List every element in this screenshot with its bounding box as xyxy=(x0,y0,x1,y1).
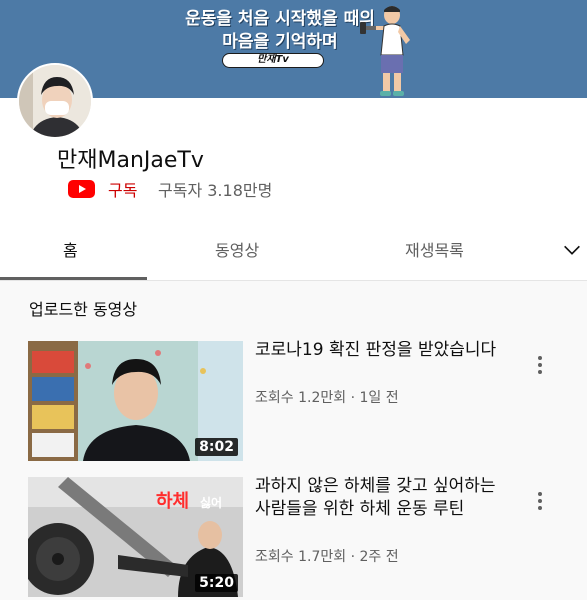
thumbnail-overlay-word2: 싫어 xyxy=(200,495,222,510)
video-item[interactable]: 8:02 코로나19 확진 판정을 받았습니다 조회수 1.2만회 · 1일 전 xyxy=(28,339,568,463)
tab-playlists[interactable]: 재생목록 xyxy=(405,237,464,261)
channel-tabs: 홈 동영상 재생목록 xyxy=(0,223,587,281)
avatar-image xyxy=(19,65,91,137)
channel-name: 만재ManJaeTv xyxy=(57,148,204,173)
banner-pill: 만재Tv xyxy=(222,53,324,68)
tab-videos[interactable]: 동영상 xyxy=(215,237,259,261)
more-vertical-icon[interactable] xyxy=(530,353,550,381)
active-tab-indicator xyxy=(0,277,147,280)
subscriber-count: 구독자 3.18만명 xyxy=(158,181,273,200)
banner-text-line2: 마음을 기억하며 xyxy=(222,32,338,52)
channel-avatar[interactable] xyxy=(17,63,93,139)
thumbnail-overlay-word1: 하체 xyxy=(156,491,189,512)
video-thumbnail[interactable]: 하체 싫어 5:20 xyxy=(28,477,243,597)
banner-illustration xyxy=(360,6,410,96)
video-item[interactable]: 하체 싫어 5:20 과하지 않은 하체를 갖고 싶어하는 사람들을 위한 하체… xyxy=(28,475,568,599)
tab-home[interactable]: 홈 xyxy=(63,237,78,261)
more-vertical-icon[interactable] xyxy=(530,489,550,517)
section-title: 업로드한 동영상 xyxy=(29,300,138,319)
video-meta: 조회수 1.7만회 · 2주 전 xyxy=(255,549,399,565)
video-thumbnail[interactable]: 8:02 xyxy=(28,341,243,461)
video-title[interactable]: 과하지 않은 하체를 갖고 싶어하는 사람들을 위한 하체 운동 루틴 xyxy=(255,475,515,521)
video-duration: 5:20 xyxy=(195,574,238,592)
youtube-logo-icon xyxy=(68,180,95,198)
banner-text-line1: 운동을 처음 시작했을 때의 xyxy=(185,9,375,29)
chevron-down-icon[interactable] xyxy=(561,239,583,261)
video-meta: 조회수 1.2만회 · 1일 전 xyxy=(255,390,399,406)
video-title[interactable]: 코로나19 확진 판정을 받았습니다 xyxy=(255,339,515,362)
uploads-section: 업로드한 동영상 8:02 코로나19 확진 판정을 받았습니다 조회수 1.2… xyxy=(0,281,587,600)
subscribe-button[interactable]: 구독 xyxy=(108,177,137,201)
video-duration: 8:02 xyxy=(195,438,238,456)
